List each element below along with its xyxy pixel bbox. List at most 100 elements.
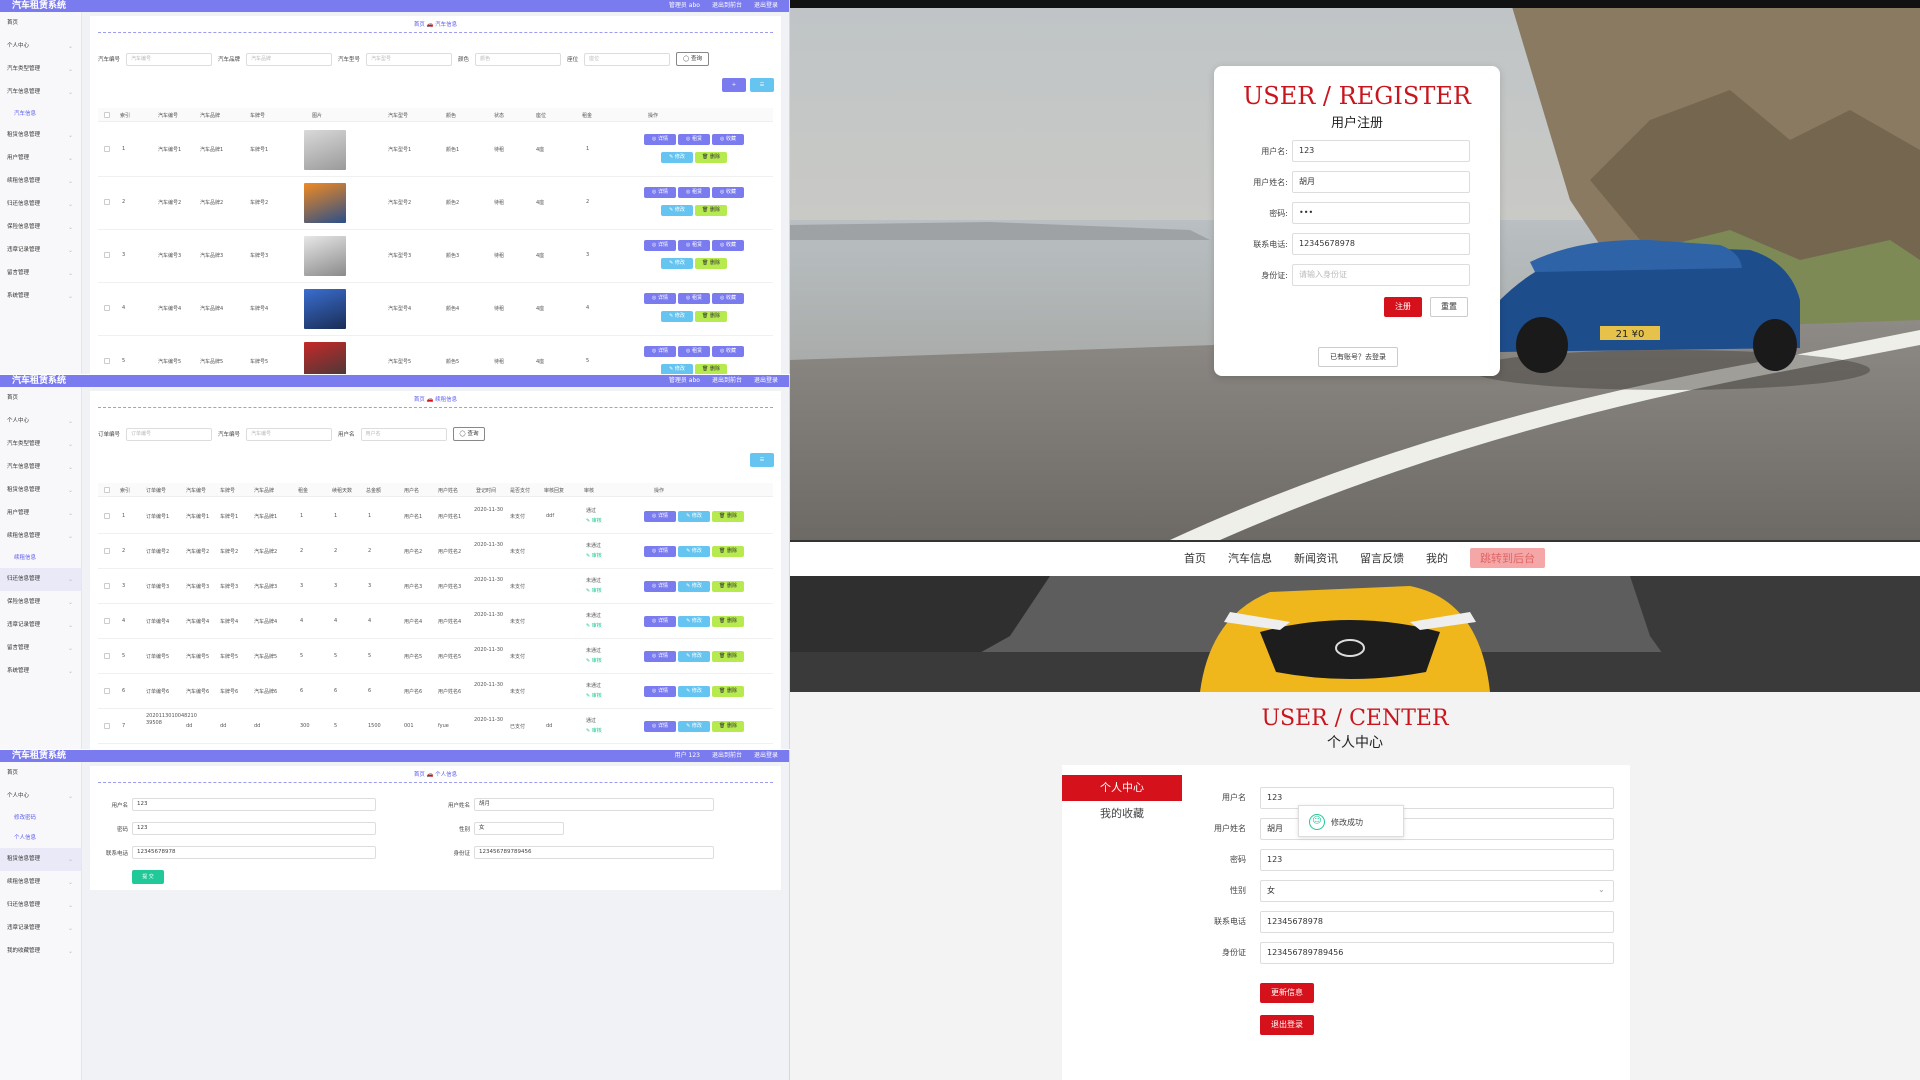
sidebar-item[interactable]: 系统管理 ⌄ [0, 660, 81, 683]
filter-input[interactable]: 汽车编号 [246, 427, 333, 441]
field-input[interactable]: 请输入身份证 [1292, 264, 1470, 286]
header-link[interactable]: 退出到前台 [712, 750, 742, 762]
row-checkbox[interactable] [104, 583, 110, 589]
action-button[interactable]: 🗑 删除 [695, 364, 727, 374]
sidebar-item[interactable]: 租赁信息管理 ⌄ [0, 848, 81, 871]
logout-button[interactable]: 退出登录 [1260, 1015, 1314, 1035]
sidebar-item[interactable]: 续租信息管理 ⌄ [0, 525, 81, 548]
add-button[interactable]: + [722, 78, 746, 92]
nav-item[interactable]: 新闻资讯 [1294, 550, 1338, 568]
audit-link[interactable]: ✎ 审核 [586, 517, 602, 524]
filter-input[interactable]: 汽车型号 [366, 52, 453, 66]
action-button[interactable]: 🗑 删除 [712, 511, 744, 522]
sidebar-item[interactable]: 首页 [0, 762, 81, 785]
select-all-checkbox[interactable] [104, 487, 110, 493]
action-button[interactable]: ✎ 修改 [661, 364, 693, 374]
sidebar-item[interactable]: 修改密码 [0, 808, 81, 828]
row-checkbox[interactable] [104, 252, 110, 258]
filter-input[interactable]: 座位 [584, 52, 671, 66]
sidebar-item[interactable]: 个人中心 ⌄ [0, 410, 81, 433]
row-checkbox[interactable] [104, 723, 110, 729]
action-button[interactable]: ✎ 修改 [678, 721, 710, 732]
action-button[interactable]: ◎ 详情 [644, 721, 676, 732]
sidebar-item[interactable]: 归还信息管理 ⌄ [0, 193, 81, 216]
audit-link[interactable]: ✎ 审核 [586, 657, 602, 664]
field-input[interactable]: 123456789789456 [474, 846, 714, 859]
sidebar-item[interactable]: 归还信息管理 ⌄ [0, 568, 81, 591]
sidebar-item[interactable]: 首页 [0, 12, 81, 35]
action-button[interactable]: ◎ 收藏 [712, 134, 744, 145]
header-link[interactable]: 用户 123 [675, 750, 700, 762]
action-button[interactable]: 🗑 删除 [712, 721, 744, 732]
nav-item[interactable]: 跳转到后台 [1470, 548, 1545, 568]
action-button[interactable]: ✎ 修改 [678, 616, 710, 627]
action-button[interactable]: 🗑 删除 [695, 311, 727, 322]
search-button[interactable]: ◯ 查询 [452, 427, 486, 441]
sidebar-item[interactable]: 首页 [0, 387, 81, 410]
action-button[interactable]: ◎ 详情 [644, 293, 676, 304]
action-button[interactable]: ✎ 修改 [661, 258, 693, 269]
filter-input[interactable]: 汽车品牌 [246, 52, 333, 66]
audit-link[interactable]: ✎ 审核 [586, 692, 602, 699]
sidebar-item[interactable]: 留言管理 ⌄ [0, 262, 81, 285]
nav-item[interactable]: 首页 [1184, 550, 1206, 568]
field-input[interactable]: 123 [132, 822, 376, 835]
sidebar-item[interactable]: 归还信息管理 ⌄ [0, 894, 81, 917]
action-button[interactable]: 🗑 删除 [695, 152, 727, 163]
sidebar-item[interactable]: 租赁信息管理 ⌄ [0, 479, 81, 502]
sidebar-item[interactable]: 汽车信息管理 ⌄ [0, 456, 81, 479]
header-link[interactable]: 退出到前台 [712, 375, 742, 387]
header-link[interactable]: 退出登录 [754, 750, 778, 762]
action-button[interactable]: 🗑 删除 [712, 546, 744, 557]
action-button[interactable]: ◎ 详情 [644, 546, 676, 557]
audit-link[interactable]: ✎ 审核 [586, 622, 602, 629]
action-button[interactable]: ◎ 租赁 [678, 240, 710, 251]
row-checkbox[interactable] [104, 305, 110, 311]
audit-link[interactable]: ✎ 审核 [586, 587, 602, 594]
field-input[interactable]: 12345678978 [1260, 911, 1614, 933]
row-checkbox[interactable] [104, 618, 110, 624]
action-button[interactable]: ◎ 租赁 [678, 293, 710, 304]
action-button[interactable]: ◎ 收藏 [712, 293, 744, 304]
header-link[interactable]: 退出登录 [754, 0, 778, 12]
batch-delete-button[interactable]: ☰ [750, 78, 774, 92]
sidebar-item[interactable]: 违章记录管理 ⌄ [0, 614, 81, 637]
sidebar-item[interactable]: 我的收藏管理 ⌄ [0, 940, 81, 963]
field-input[interactable]: 女 [474, 822, 564, 835]
sidebar-item[interactable]: 续租信息管理 ⌄ [0, 871, 81, 894]
sidebar-item[interactable]: 系统管理 ⌄ [0, 285, 81, 308]
header-link[interactable]: 管理员 abo [669, 375, 700, 387]
sidebar-item[interactable]: 违章记录管理 ⌄ [0, 917, 81, 940]
header-link[interactable]: 退出登录 [754, 375, 778, 387]
sidebar-item[interactable]: 用户管理 ⌄ [0, 147, 81, 170]
action-button[interactable]: ◎ 详情 [644, 240, 676, 251]
row-checkbox[interactable] [104, 548, 110, 554]
field-input[interactable]: 12345678978 [1292, 233, 1470, 255]
audit-link[interactable]: ✎ 审核 [586, 727, 602, 734]
field-input[interactable]: 胡月 [474, 798, 714, 811]
action-button[interactable]: ✎ 修改 [661, 311, 693, 322]
action-button[interactable]: 🗑 删除 [712, 616, 744, 627]
filter-input[interactable]: 汽车编号 [126, 52, 213, 66]
register-submit-button[interactable]: 注册 [1384, 297, 1422, 317]
action-button[interactable]: ✎ 修改 [678, 651, 710, 662]
sidebar-item[interactable]: 汽车类型管理 ⌄ [0, 433, 81, 456]
action-button[interactable]: ◎ 详情 [644, 581, 676, 592]
action-button[interactable]: ◎ 收藏 [712, 187, 744, 198]
action-button[interactable]: ◎ 详情 [644, 651, 676, 662]
side-item-favorites[interactable]: 我的收藏 [1062, 801, 1182, 827]
nav-item[interactable]: 我的 [1426, 550, 1448, 568]
action-button[interactable]: ◎ 详情 [644, 686, 676, 697]
sidebar-item[interactable]: 保险信息管理 ⌄ [0, 591, 81, 614]
filter-input[interactable]: 颜色 [475, 52, 562, 66]
sidebar-item[interactable]: 留言管理 ⌄ [0, 637, 81, 660]
sidebar-item[interactable]: 保险信息管理 ⌄ [0, 216, 81, 239]
field-input[interactable]: 12345678978 [132, 846, 376, 859]
action-button[interactable]: 🗑 删除 [712, 581, 744, 592]
action-button[interactable]: ◎ 详情 [644, 511, 676, 522]
select-all-checkbox[interactable] [104, 112, 110, 118]
submit-button[interactable]: 提 交 [132, 870, 164, 884]
action-button[interactable]: ✎ 修改 [678, 686, 710, 697]
row-checkbox[interactable] [104, 146, 110, 152]
action-button[interactable]: ◎ 租赁 [678, 187, 710, 198]
